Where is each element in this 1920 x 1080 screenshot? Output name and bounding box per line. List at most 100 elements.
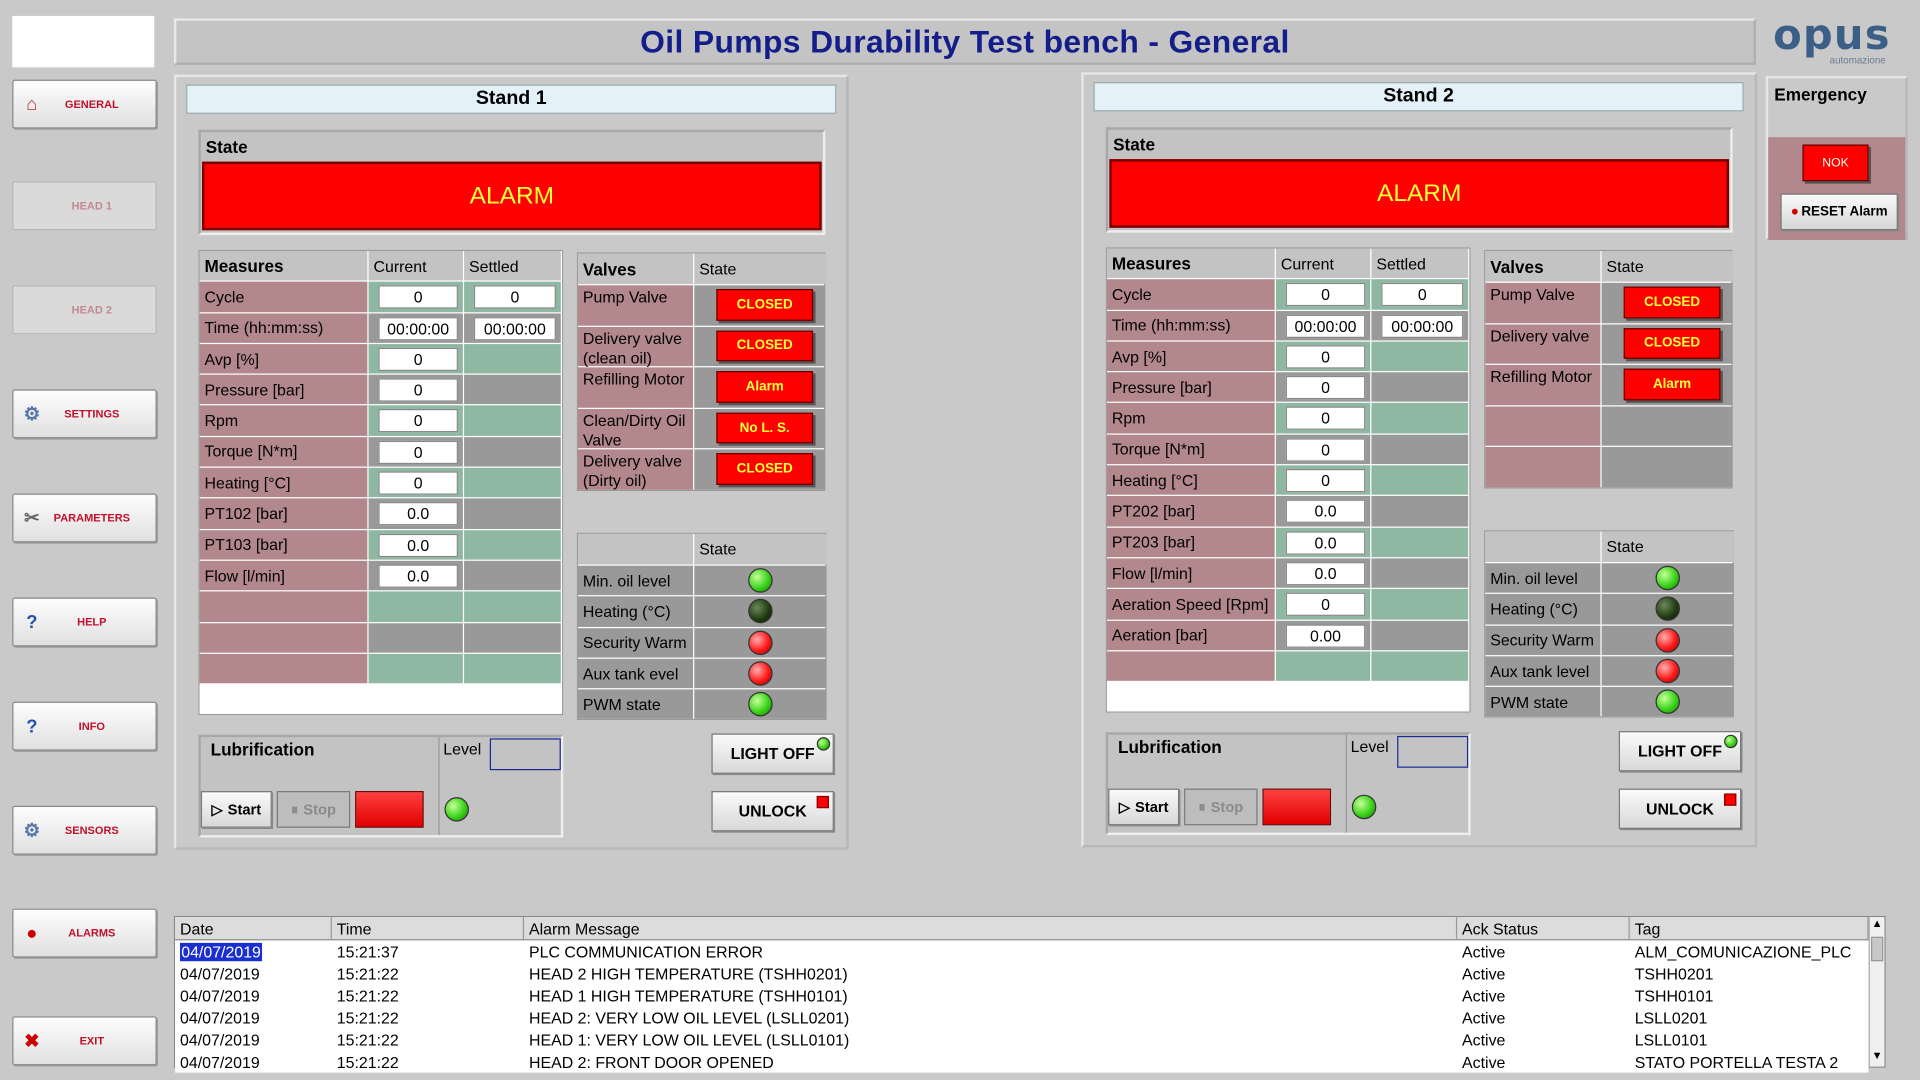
- valves-state-header: State: [694, 253, 826, 285]
- measure-settled-cell: [1371, 372, 1469, 403]
- measures-table: Measures Current Settled Cycle 0 0 Time (hh:mm…: [1105, 247, 1471, 714]
- stand-2-panel: Stand 2 State ALARM Measures Current Settled C…: [1081, 72, 1758, 848]
- measure-current-cell: 0: [1275, 279, 1371, 310]
- measure-label: Avp [%]: [1106, 341, 1275, 372]
- scroll-thumb[interactable]: [1871, 936, 1884, 962]
- measure-settled-cell: [464, 405, 561, 436]
- measure-current-value: 0.0: [1285, 531, 1366, 555]
- scroll-up-icon[interactable]: ▲: [1870, 917, 1885, 934]
- light-off-label: LIGHT OFF: [1637, 742, 1723, 761]
- alarm-bell-icon: ●: [26, 922, 38, 944]
- home-icon: ⌂: [26, 93, 38, 115]
- alarm-table-scrollbar[interactable]: ▲ ▼: [1868, 917, 1885, 1067]
- alarm-row[interactable]: 04/07/2019 15:21:22 HEAD 2 HIGH TEMPERATUR…: [175, 962, 1869, 985]
- measure-settled-cell: [464, 591, 561, 622]
- status-label: Min. oil level: [577, 565, 694, 596]
- measure-settled-value: 00:00:00: [1381, 314, 1464, 338]
- valve-state-indicator: CLOSED: [716, 453, 814, 485]
- nav-alarms-button[interactable]: ● ALARMS: [12, 908, 157, 958]
- measure-label: Time (hh:mm:ss): [1106, 310, 1275, 341]
- lubrication-start-button[interactable]: ▷ Start: [1108, 788, 1180, 826]
- status-led-icon: [748, 661, 773, 686]
- measure-current-cell: 0: [368, 467, 463, 498]
- measure-current-cell: 0: [368, 405, 463, 436]
- status-led-cell: [694, 658, 827, 689]
- valve-state-indicator: Alarm: [716, 371, 814, 403]
- alarm-row[interactable]: 04/07/2019 15:21:22 HEAD 1 HIGH TEMPERATUR…: [175, 984, 1869, 1007]
- scroll-down-icon[interactable]: ▼: [1870, 1049, 1885, 1066]
- unlock-button[interactable]: UNLOCK: [711, 791, 834, 832]
- valve-state-indicator: CLOSED: [716, 330, 814, 362]
- current-header: Current: [1275, 248, 1371, 279]
- status-label: PWM state: [1485, 687, 1601, 717]
- measures-header: Measures: [199, 251, 368, 281]
- measure-label: Aeration Speed [Rpm]: [1106, 589, 1275, 620]
- measure-settled-cell: 00:00:00: [1371, 310, 1469, 341]
- valve-state-cell: CLOSED: [1601, 282, 1733, 323]
- measure-current-value: 0: [378, 347, 458, 371]
- nav-parameters-button[interactable]: ✂ PARAMETERS: [12, 493, 157, 543]
- nav-general-button[interactable]: ⌂ GENERAL: [12, 79, 157, 129]
- alarm-cell: Active: [1462, 1030, 1506, 1049]
- alarm-cell: HEAD 2 HIGH TEMPERATURE (TSHH0201): [528, 964, 848, 983]
- lubrication-led-icon: [1351, 794, 1377, 820]
- measure-settled-value: 00:00:00: [473, 316, 556, 340]
- alarm-cell: PLC COMMUNICATION ERROR: [528, 942, 764, 961]
- light-indicator-icon: [816, 737, 831, 751]
- gear-icon: ⚙: [23, 404, 41, 425]
- measure-current-value: 00:00:00: [378, 316, 458, 340]
- selected-date-highlight: 04/07/2019: [180, 942, 263, 961]
- nav-head-2-button[interactable]: HEAD 2: [12, 285, 157, 335]
- logo-placeholder: [12, 15, 155, 68]
- alarm-bell-icon: ●: [1790, 204, 1799, 220]
- measure-settled-cell: [464, 467, 561, 498]
- lubrication-stop-button[interactable]: ⏸ Stop: [276, 791, 351, 828]
- measure-label: [199, 653, 368, 684]
- alarm-cell: 15:21:22: [336, 1052, 399, 1071]
- measure-label: PT102 [bar]: [199, 498, 368, 529]
- nav-exit-button[interactable]: ✖ EXIT: [12, 1016, 157, 1066]
- alarm-row[interactable]: 04/07/2019 15:21:22 HEAD 1: VERY LOW OIL L…: [175, 1028, 1869, 1051]
- nav-help-button[interactable]: ? HELP: [12, 597, 157, 647]
- status-led-icon: [1655, 596, 1681, 622]
- measure-label: PT103 [bar]: [199, 529, 368, 560]
- light-off-label: LIGHT OFF: [730, 744, 815, 763]
- lubrication-stop-button[interactable]: ⏸ Stop: [1184, 788, 1258, 826]
- nav-sensors-button[interactable]: ⚙ SENSORS: [12, 805, 157, 855]
- measures-table: Measures Current Settled Cycle 0 0 Time (hh:mm…: [198, 249, 564, 716]
- alarm-row[interactable]: 04/07/2019 15:21:22 HEAD 2: FRONT DOOR OPE…: [175, 1050, 1869, 1073]
- measure-current-cell: 0: [368, 343, 463, 374]
- status-led-cell: [694, 596, 827, 627]
- reset-alarm-button[interactable]: ● RESET Alarm: [1780, 193, 1898, 231]
- alarm-row[interactable]: 04/07/2019 15:21:37 PLC COMMUNICATION ERRO…: [175, 940, 1869, 963]
- blank-cell: [1275, 682, 1371, 712]
- measure-current-cell: 0.0: [1275, 558, 1371, 589]
- nav-settings-button[interactable]: ⚙ SETTINGS: [12, 389, 157, 439]
- lubrication-divider: [438, 737, 440, 836]
- alarm-column-header: Tag: [1630, 917, 1869, 940]
- alarm-row[interactable]: 04/07/2019 15:21:22 HEAD 2: VERY LOW OIL L…: [175, 1006, 1869, 1029]
- valve-state-cell: No L. S.: [694, 408, 826, 449]
- status-state-header: State: [694, 533, 827, 565]
- lubrication-panel: Lubrification Level ▷ Start ⏸ Stop: [1105, 732, 1471, 836]
- blank-cell: [1106, 682, 1275, 712]
- level-display: [489, 738, 561, 771]
- measure-settled-cell: [1371, 620, 1469, 651]
- status-led-icon: [748, 599, 773, 624]
- status-label: Aux tank level: [1485, 656, 1601, 686]
- nav-label: SETTINGS: [64, 407, 120, 421]
- light-off-button[interactable]: LIGHT OFF: [711, 733, 834, 774]
- measure-settled-cell: [464, 343, 561, 374]
- nav-head-1-button[interactable]: HEAD 1: [12, 181, 157, 231]
- lubrication-start-button[interactable]: ▷ Start: [200, 791, 272, 828]
- valve-state-indicator: No L. S.: [716, 412, 814, 444]
- alarm-cell: HEAD 1 HIGH TEMPERATURE (TSHH0101): [528, 986, 848, 1005]
- status-label: Min. oil level: [1485, 563, 1601, 594]
- measure-current-cell: [368, 653, 463, 684]
- valve-label: Pump Valve: [577, 285, 694, 326]
- light-off-button[interactable]: LIGHT OFF: [1618, 731, 1742, 772]
- status-led-icon: [748, 630, 773, 655]
- nav-info-button[interactable]: ? INFO: [12, 701, 157, 751]
- unlock-button[interactable]: UNLOCK: [1618, 788, 1742, 829]
- measure-label: PT203 [bar]: [1106, 527, 1275, 558]
